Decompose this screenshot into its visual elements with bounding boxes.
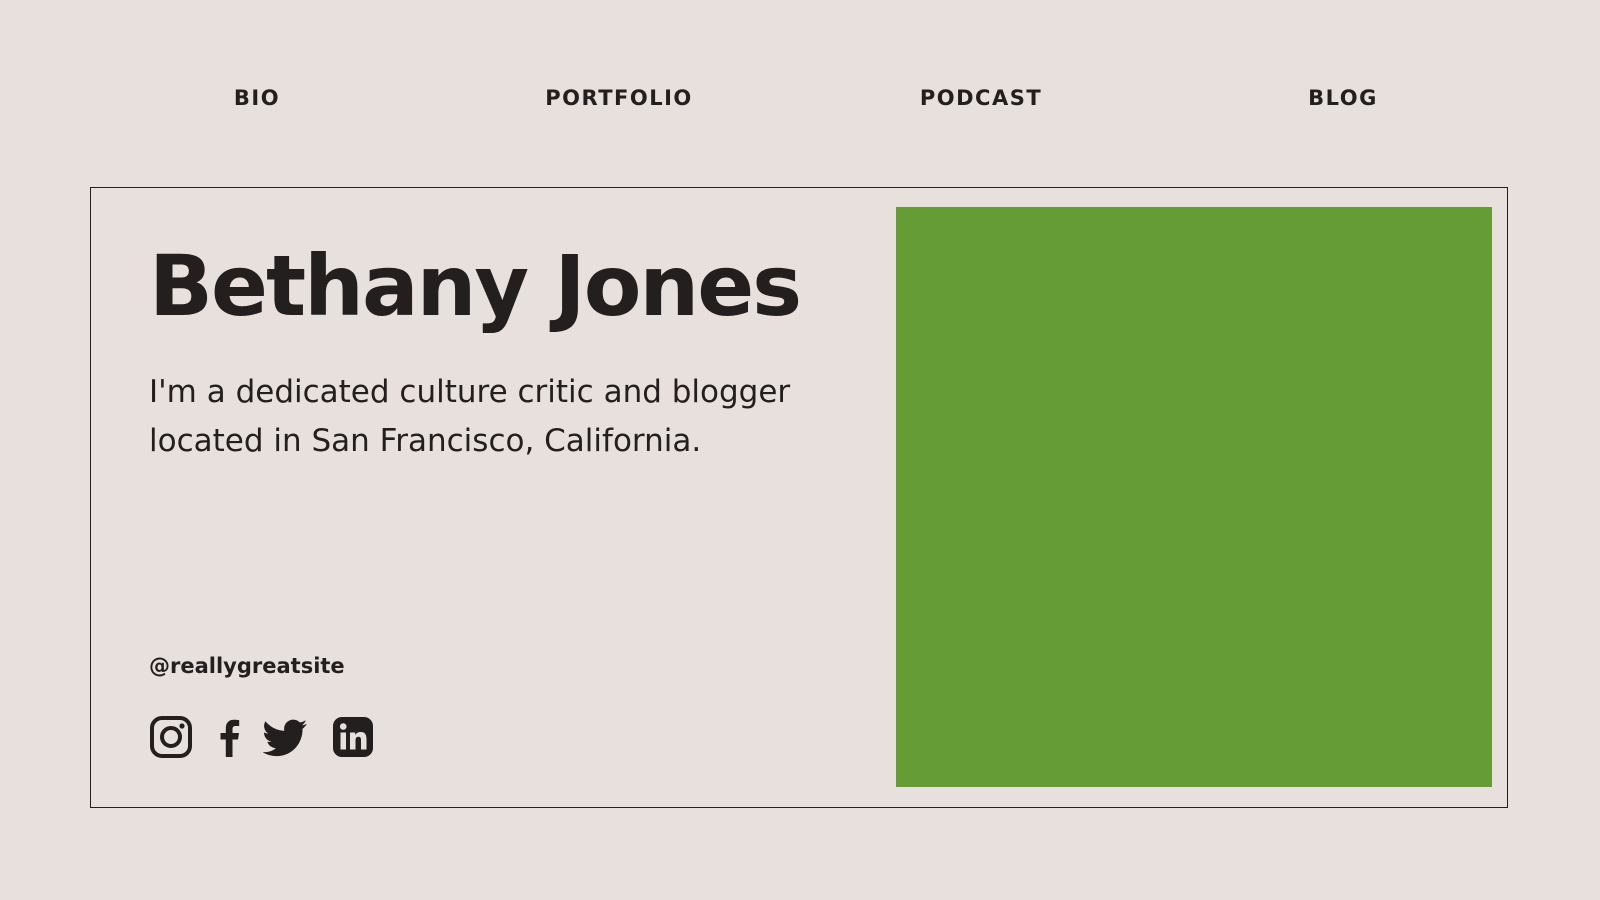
instagram-icon[interactable] xyxy=(149,715,193,759)
profile-card: Bethany Jones I'm a dedicated culture cr… xyxy=(90,187,1508,808)
social-handle-link[interactable]: @reallygreatsite xyxy=(149,654,345,678)
twitter-icon[interactable] xyxy=(263,715,307,759)
social-icons-row xyxy=(149,715,389,759)
facebook-icon[interactable] xyxy=(207,715,251,759)
nav-item-portfolio[interactable]: PORTFOLIO xyxy=(545,86,693,110)
profile-name: Bethany Jones xyxy=(149,237,802,335)
top-navigation: BIO PORTFOLIO PODCAST BLOG xyxy=(0,0,1600,200)
profile-photo-placeholder xyxy=(896,207,1492,787)
profile-description: I'm a dedicated culture critic and blogg… xyxy=(149,374,791,459)
nav-item-blog[interactable]: BLOG xyxy=(1308,86,1378,110)
nav-item-podcast[interactable]: PODCAST xyxy=(920,86,1042,110)
linkedin-icon[interactable] xyxy=(331,715,375,759)
nav-item-bio[interactable]: BIO xyxy=(234,86,280,110)
